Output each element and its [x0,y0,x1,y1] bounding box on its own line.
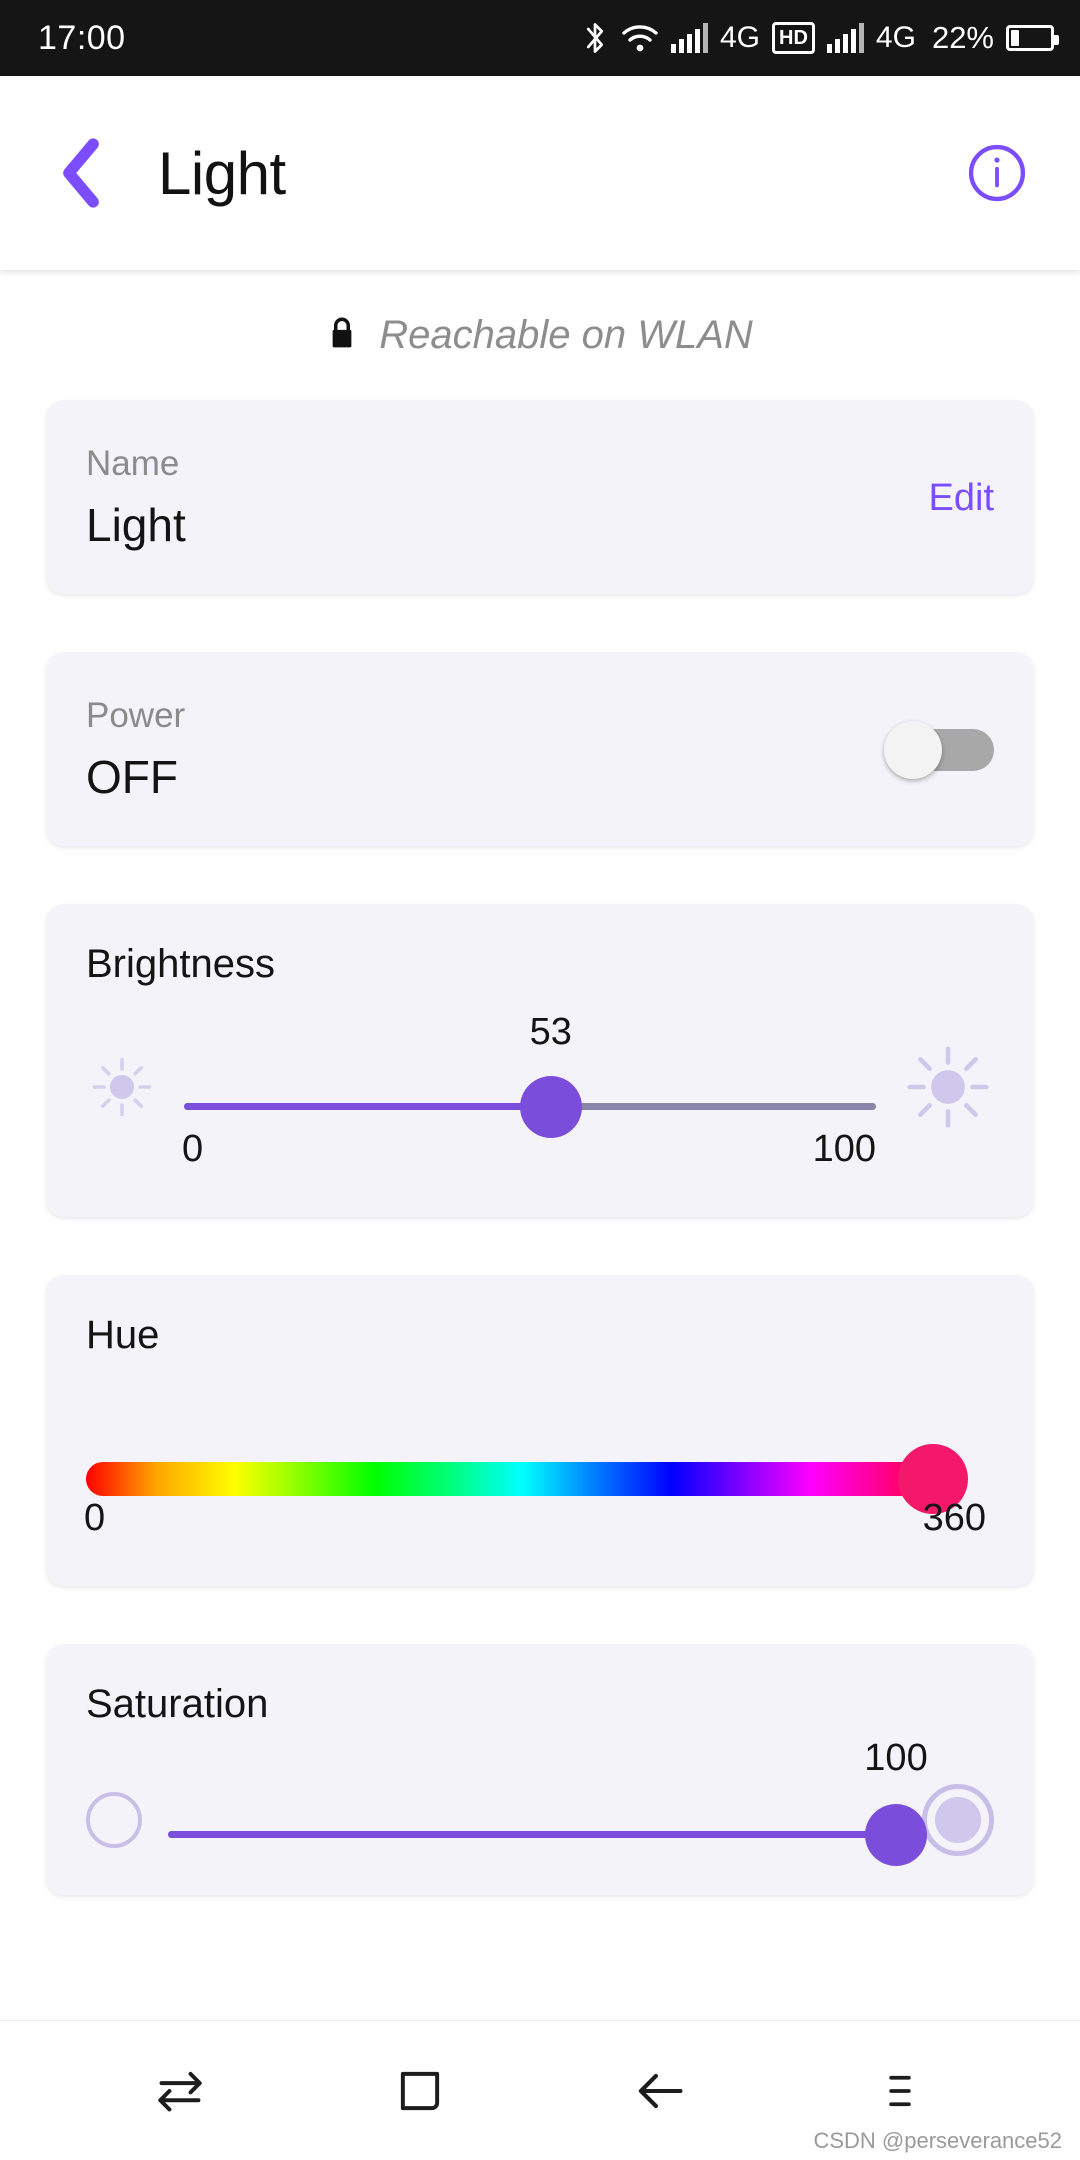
back-icon [638,2073,683,2108]
power-card[interactable]: Power OFF [46,652,1034,846]
hue-gradient-track [86,1462,960,1496]
chevron-left-icon [63,138,99,208]
hue-min-label: 0 [84,1497,106,1539]
wifi-icon [621,22,659,54]
hue-card[interactable]: Hue 0 360 [46,1275,1034,1586]
edit-name-button[interactable]: Edit [929,477,994,520]
saturation-low-icon [86,1792,142,1848]
content-clip-mask [0,1958,1080,2020]
saturation-high-icon [922,1784,994,1856]
saturation-slider[interactable]: 100 [168,1737,928,1895]
brightness-label: Brightness [86,942,275,986]
info-button[interactable] [966,142,1028,204]
hue-max-label: 360 [922,1497,986,1539]
reachability-status: Reachable on WLAN [46,270,1034,400]
back-button[interactable] [46,138,116,208]
slider-fill [184,1103,551,1110]
brightness-card[interactable]: Brightness 53 0 100 [46,904,1034,1217]
bluetooth-icon [581,20,609,56]
switch-icon [158,2071,202,2111]
name-value: Light [86,499,186,551]
status-bar-clock: 17:00 [38,18,126,57]
switch-apps-button[interactable] [120,2041,240,2141]
app-bar: Light [0,76,1080,270]
menu-button[interactable] [840,2041,960,2141]
brightness-min-label: 0 [182,1128,204,1170]
saturation-card[interactable]: Saturation 100 [46,1644,1034,1895]
signal-icon [826,23,864,53]
lock-icon [327,314,357,357]
battery-percent-label: 22% [931,20,994,55]
name-label: Name [86,444,180,483]
name-card[interactable]: Name Light Edit [46,400,1034,594]
recents-button[interactable] [360,2041,480,2141]
menu-icon [889,2075,911,2106]
info-circle-icon [968,144,1026,202]
network-type-label-1: 4G [720,21,761,54]
power-label: Power [86,696,186,735]
signal-icon [671,23,708,53]
reachability-label: Reachable on WLAN [379,312,753,357]
volte-hd-icon: HD [772,22,815,54]
system-back-button[interactable] [600,2041,720,2141]
toggle-knob [884,721,942,779]
network-type-label-2: 4G [875,21,916,54]
saturation-label: Saturation [86,1682,269,1726]
brightness-slider[interactable]: 53 0 100 [182,1005,876,1173]
power-value: OFF [86,751,178,803]
brightness-high-icon [902,1041,994,1138]
power-toggle-switch[interactable] [884,721,994,779]
slider-fill [168,1831,896,1838]
hue-slider[interactable]: 0 360 [84,1376,994,1542]
hue-label: Hue [86,1313,160,1357]
saturation-value: 100 [864,1737,928,1779]
recents-icon [400,2071,440,2110]
status-bar: 17:00 4G HD 4G 22% [0,0,1080,76]
brightness-low-icon [86,1051,158,1128]
brightness-value: 53 [529,1011,572,1053]
watermark: CSDN @perseverance52 [813,2128,1062,2153]
battery-icon [1006,25,1059,51]
brightness-max-label: 100 [812,1128,876,1170]
slider-thumb[interactable] [519,1076,582,1138]
slider-thumb[interactable] [865,1804,927,1866]
page-title: Light [158,139,286,207]
settings-content: Reachable on WLAN Name Light Edit Power … [0,270,1080,1895]
